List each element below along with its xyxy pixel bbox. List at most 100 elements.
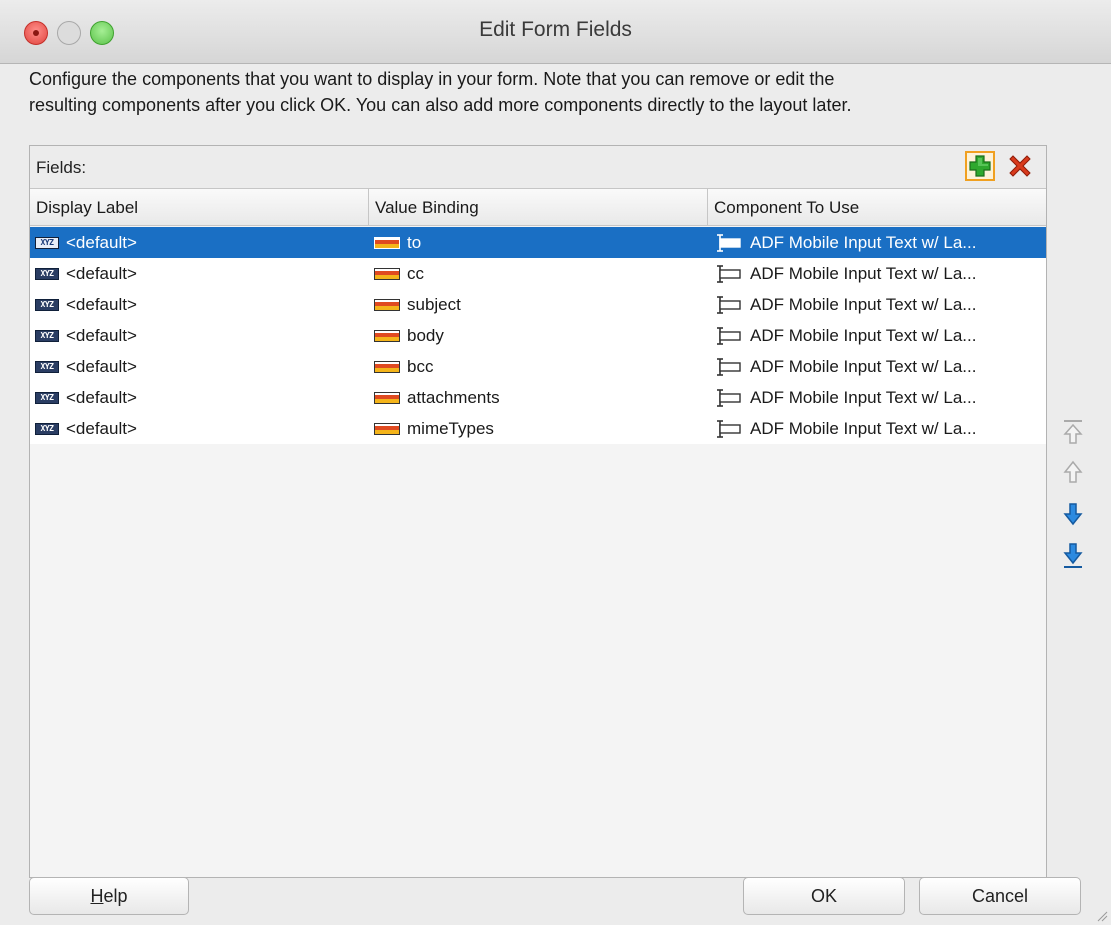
component-cell[interactable]: ADF Mobile Input Text w/ La... [713, 351, 1043, 382]
value-binding-cell[interactable]: bcc [374, 351, 704, 382]
input-text-icon [713, 233, 743, 253]
fields-table: Display Label Value Binding Component To… [30, 188, 1046, 877]
label-text-icon: XYZ [35, 267, 59, 280]
component-text: ADF Mobile Input Text w/ La... [750, 418, 977, 438]
display-label-text: <default> [66, 418, 137, 438]
display-label-text: <default> [66, 232, 137, 252]
value-binding-text: subject [407, 294, 461, 314]
component-text: ADF Mobile Input Text w/ La... [750, 387, 977, 407]
fields-label: Fields: [36, 158, 87, 177]
display-label-text: <default> [66, 356, 137, 376]
component-text: ADF Mobile Input Text w/ La... [750, 325, 977, 345]
move-up-button[interactable] [1058, 457, 1088, 487]
input-text-icon [713, 388, 743, 408]
component-cell[interactable]: ADF Mobile Input Text w/ La... [713, 413, 1043, 444]
move-down-button[interactable] [1058, 499, 1088, 529]
attribute-icon [374, 267, 400, 280]
move-to-top-icon [1063, 420, 1083, 444]
label-text-icon: XYZ [35, 391, 59, 404]
table-row[interactable]: XYZ <default> body ADF Mobile Input Text w/… [30, 320, 1046, 351]
attribute-icon [374, 422, 400, 435]
attribute-icon [374, 360, 400, 373]
cancel-button-label: Cancel [971, 885, 1029, 906]
value-binding-text: to [407, 232, 422, 252]
display-label-text: <default> [66, 294, 137, 314]
component-text: ADF Mobile Input Text w/ La... [750, 263, 977, 283]
ok-button[interactable]: OK [743, 877, 905, 915]
label-text-icon: XYZ [35, 236, 59, 249]
display-label-text: <default> [66, 325, 137, 345]
input-text-icon [713, 326, 743, 346]
value-binding-text: body [407, 325, 444, 345]
display-label-cell[interactable]: XYZ <default> [35, 227, 365, 258]
input-text-icon [713, 264, 743, 284]
remove-icon [1009, 155, 1031, 177]
resize-grip-icon[interactable] [1094, 908, 1108, 922]
value-binding-cell[interactable]: attachments [374, 382, 704, 413]
table-header: Display Label Value Binding Component To… [30, 188, 1046, 226]
move-to-bottom-button[interactable] [1058, 541, 1088, 571]
attribute-icon [374, 391, 400, 404]
value-binding-text: bcc [407, 356, 434, 376]
table-row[interactable]: XYZ <default> to ADF Mobile Input Text w/ L… [30, 227, 1046, 258]
description-line-2: resulting components after you click OK.… [29, 95, 852, 115]
window-title: Edit Form Fields [479, 18, 632, 41]
move-to-top-button[interactable] [1058, 417, 1088, 447]
table-row[interactable]: XYZ <default> bcc ADF Mobile Input Text w/ … [30, 351, 1046, 382]
column-header-display-label[interactable]: Display Label [30, 189, 369, 226]
component-cell[interactable]: ADF Mobile Input Text w/ La... [713, 382, 1043, 413]
display-label-cell[interactable]: XYZ <default> [35, 258, 365, 289]
attribute-icon [374, 298, 400, 311]
table-row[interactable]: XYZ <default> mimeTypes ADF Mobile Input Te… [30, 413, 1046, 444]
component-cell[interactable]: ADF Mobile Input Text w/ La... [713, 320, 1043, 351]
cancel-button[interactable]: Cancel [919, 877, 1081, 915]
value-binding-cell[interactable]: mimeTypes [374, 413, 704, 444]
description-line-1: Configure the components that you want t… [29, 69, 835, 89]
table-row[interactable]: XYZ <default> cc ADF Mobile Input Text w/ L… [30, 258, 1046, 289]
component-cell[interactable]: ADF Mobile Input Text w/ La... [713, 289, 1043, 320]
display-label-text: <default> [66, 387, 137, 407]
fields-panel: Fields: Display Label Value Binding Comp… [29, 145, 1047, 878]
column-header-component[interactable]: Component To Use [708, 189, 1046, 226]
title-bar: Edit Form Fields [0, 0, 1111, 64]
fields-toolbar: Fields: [30, 146, 1046, 188]
label-text-icon: XYZ [35, 360, 59, 373]
dialog-description: Configure the components that you want t… [29, 66, 1099, 118]
value-binding-text: attachments [407, 387, 500, 407]
help-button-label: Help [90, 885, 128, 906]
value-binding-cell[interactable]: body [374, 320, 704, 351]
remove-field-button[interactable] [1005, 151, 1035, 181]
attribute-icon [374, 236, 400, 249]
value-binding-cell[interactable]: cc [374, 258, 704, 289]
display-label-cell[interactable]: XYZ <default> [35, 320, 365, 351]
table-row[interactable]: XYZ <default> attachments ADF Mobile Input … [30, 382, 1046, 413]
value-binding-text: cc [407, 263, 424, 283]
add-icon [969, 155, 991, 177]
value-binding-cell[interactable]: subject [374, 289, 704, 320]
component-cell[interactable]: ADF Mobile Input Text w/ La... [713, 258, 1043, 289]
help-button[interactable]: Help [29, 877, 189, 915]
input-text-icon [713, 419, 743, 439]
label-text-icon: XYZ [35, 329, 59, 342]
move-to-bottom-icon [1063, 543, 1083, 568]
label-text-icon: XYZ [35, 422, 59, 435]
value-binding-text: mimeTypes [407, 418, 494, 438]
column-header-value-binding[interactable]: Value Binding [369, 189, 708, 226]
ok-button-label: OK [810, 885, 837, 906]
component-text: ADF Mobile Input Text w/ La... [750, 232, 977, 252]
move-down-icon [1063, 503, 1083, 526]
add-field-button[interactable] [965, 151, 995, 181]
component-text: ADF Mobile Input Text w/ La... [750, 356, 977, 376]
display-label-cell[interactable]: XYZ <default> [35, 289, 365, 320]
display-label-text: <default> [66, 263, 137, 283]
display-label-cell[interactable]: XYZ <default> [35, 382, 365, 413]
display-label-cell[interactable]: XYZ <default> [35, 351, 365, 382]
table-row[interactable]: XYZ <default> subject ADF Mobile Input Text… [30, 289, 1046, 320]
input-text-icon [713, 295, 743, 315]
attribute-icon [374, 329, 400, 342]
move-up-icon [1063, 460, 1083, 483]
input-text-icon [713, 357, 743, 377]
display-label-cell[interactable]: XYZ <default> [35, 413, 365, 444]
value-binding-cell[interactable]: to [374, 227, 704, 258]
component-cell[interactable]: ADF Mobile Input Text w/ La... [713, 227, 1043, 258]
